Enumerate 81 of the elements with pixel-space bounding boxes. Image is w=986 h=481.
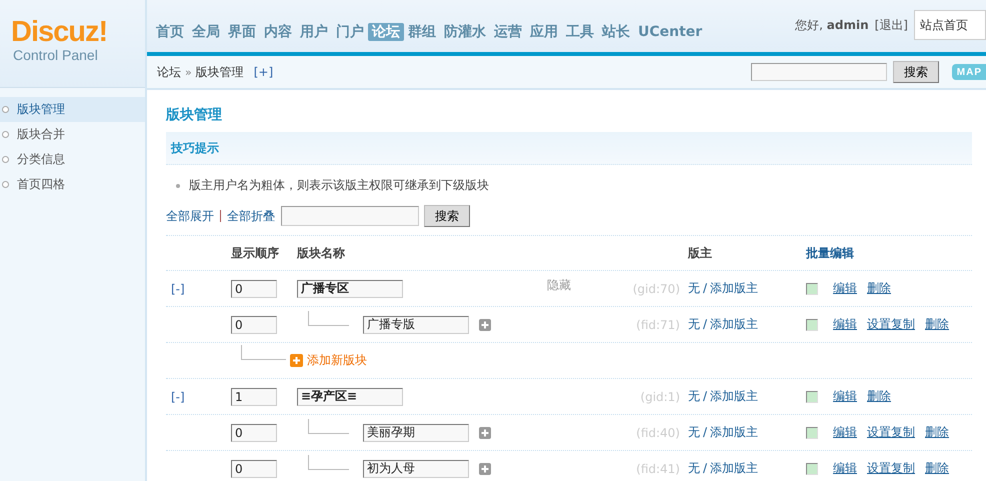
column-header[interactable]: 批量编辑 [806, 244, 972, 262]
action-link[interactable]: 编辑 [833, 388, 857, 405]
order-field[interactable]: 0 [231, 316, 277, 334]
logo-subtitle: Control Panel [13, 47, 99, 63]
action-link[interactable]: 删除 [925, 316, 949, 333]
column-header: 版主 [688, 244, 713, 262]
name-field[interactable]: 广播专版 [363, 316, 469, 334]
add-moderator-link[interactable]: 添加版主 [710, 281, 758, 295]
sidebar-item[interactable]: 分类信息 [0, 147, 145, 172]
checkbox[interactable] [806, 462, 818, 474]
slash-text: / [703, 461, 708, 475]
logout-link[interactable]: [退出] [874, 17, 908, 34]
search-field[interactable] [750, 63, 887, 81]
action-link[interactable]: 编辑 [833, 460, 857, 477]
checkbox[interactable] [806, 282, 818, 294]
tip-text: 版主用户名为粗体，则表示该版主权限可继承到下级版块 [189, 177, 489, 194]
name-field[interactable]: ≡孕产区≡ [297, 388, 403, 406]
moderator-link[interactable]: 无 [688, 425, 700, 439]
plus-icon[interactable] [479, 426, 491, 438]
search-button[interactable]: 搜索 [424, 205, 470, 227]
action-link[interactable]: 删除 [867, 388, 891, 405]
tree-line [308, 311, 349, 326]
expand-all-link[interactable]: 全部展开 [166, 208, 214, 224]
tree-line [308, 419, 349, 434]
action-link[interactable]: 编辑 [833, 280, 857, 297]
collapse-toggle[interactable]: [-] [166, 282, 185, 296]
checkbox[interactable] [806, 426, 818, 438]
page-title: 版块管理 [166, 106, 223, 125]
search-button[interactable]: 搜索 [892, 61, 939, 83]
sidebar-item[interactable]: 首页四格 [0, 172, 145, 197]
collapse-all-link[interactable]: 全部折叠 [227, 208, 275, 224]
collapse-toggle[interactable]: [-] [166, 390, 185, 404]
breadcrumb-current: 版块管理 [196, 64, 244, 80]
action-link[interactable]: 删除 [867, 280, 891, 297]
sidebar-item[interactable]: 版块合并 [0, 122, 145, 147]
slash-text: / [703, 281, 708, 295]
action-link[interactable]: 编辑 [833, 424, 857, 441]
action-link[interactable]: 设置复制 [867, 316, 915, 333]
site-select[interactable]: 站点首页 [914, 10, 986, 40]
action-link[interactable]: 设置复制 [867, 460, 915, 477]
plus-icon[interactable] [479, 462, 491, 474]
order-field[interactable]: 0 [231, 280, 277, 298]
moderator-link[interactable]: 无 [688, 281, 700, 295]
greeting-text: 您好, admin [795, 17, 869, 34]
tips-header: 技巧提示 [166, 132, 972, 165]
tree-line [241, 345, 286, 360]
name-field[interactable]: 初为人母 [363, 460, 469, 478]
checkbox[interactable] [806, 390, 818, 402]
add-moderator-link[interactable]: 添加版主 [710, 461, 758, 475]
search-field[interactable] [281, 206, 419, 226]
tree-line [308, 455, 349, 470]
name-field[interactable]: 广播专区 [297, 280, 403, 298]
action-link[interactable]: 编辑 [833, 316, 857, 333]
column-header: 显示顺序 [231, 244, 280, 262]
add-moderator-link[interactable]: 添加版主 [710, 425, 758, 439]
bullet-icon [176, 184, 180, 188]
hidden-label: 隐藏 [547, 277, 571, 294]
name-field[interactable]: 美丽孕期 [363, 424, 469, 442]
slash-text: / [703, 317, 708, 331]
add-link[interactable]: [+] [254, 65, 274, 79]
column-header: 版块名称 [297, 244, 346, 262]
breadcrumb-separator: » [185, 66, 192, 78]
action-link[interactable]: 删除 [925, 460, 949, 477]
add-moderator-link[interactable]: 添加版主 [710, 389, 758, 403]
plus-icon [290, 354, 303, 367]
breadcrumb-item[interactable]: 论坛 [157, 64, 181, 80]
add-moderator-link[interactable]: 添加版主 [710, 317, 758, 331]
order-field[interactable]: 1 [231, 388, 277, 406]
moderator-link[interactable]: 无 [688, 461, 700, 475]
checkbox[interactable] [806, 318, 818, 330]
order-field[interactable]: 0 [231, 460, 277, 478]
slash-text: / [703, 389, 708, 403]
order-field[interactable]: 0 [231, 424, 277, 442]
action-link[interactable]: 删除 [925, 424, 949, 441]
action-link[interactable]: 设置复制 [867, 424, 915, 441]
moderator-link[interactable]: 无 [688, 317, 700, 331]
logo-text: Discuz! [11, 17, 108, 47]
moderator-link[interactable]: 无 [688, 389, 700, 403]
sidebar-item[interactable]: 版块管理 [0, 97, 145, 122]
slash-text: / [703, 425, 708, 439]
plus-icon[interactable] [479, 318, 491, 330]
